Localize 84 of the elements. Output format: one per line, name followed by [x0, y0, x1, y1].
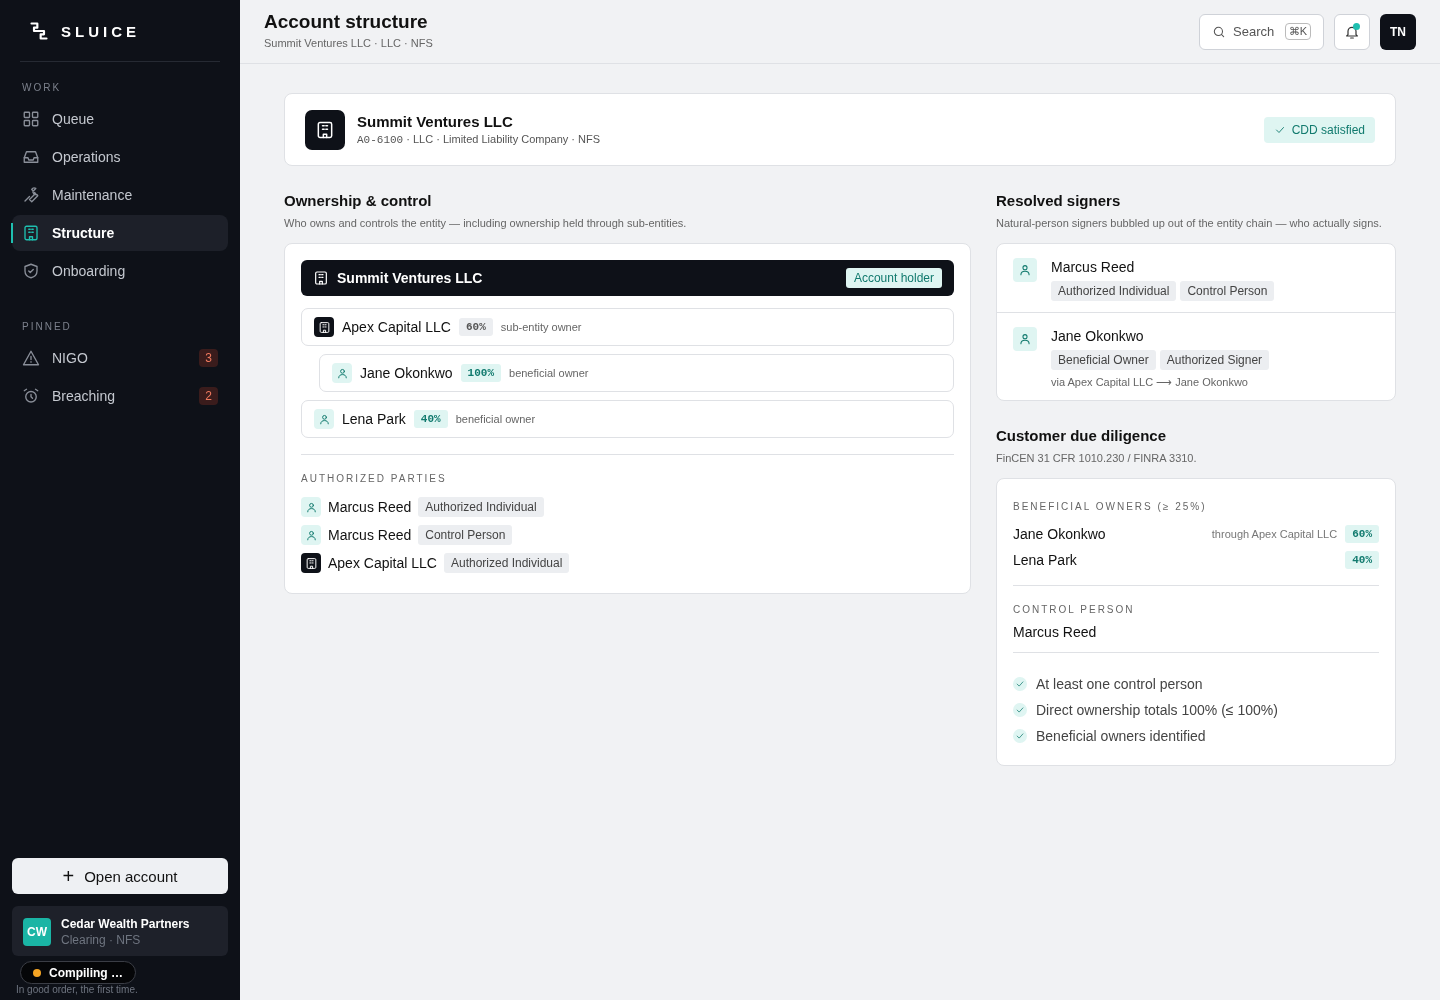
- party-name: Apex Capital LLC: [328, 555, 437, 571]
- entity-details: A0-6100 · LLC · Limited Liability Company · NFS: [357, 133, 602, 146]
- account-subtitle: Clearing · NFS: [61, 933, 142, 947]
- section-title: Customer due diligence: [996, 427, 1168, 444]
- account-name: Cedar Wealth Partners: [61, 917, 190, 931]
- ownership-path: through Apex Capital LLC: [1211, 528, 1338, 540]
- role-tag: Authorized Individual: [418, 497, 544, 517]
- sidebar-item[interactable]: Breaching 2: [12, 378, 228, 414]
- shield-icon: [22, 262, 40, 280]
- status-badge: CDD satisfied: [1263, 116, 1375, 143]
- owner-role: sub-entity owner: [500, 321, 582, 333]
- sidebar-item[interactable]: NIGO 3: [12, 340, 228, 376]
- sidebar-item[interactable]: Structure: [12, 215, 228, 251]
- status-label: Compiling …: [49, 965, 123, 980]
- person-icon: [1018, 332, 1032, 346]
- role-tag: Authorized Individual: [1051, 281, 1177, 301]
- page-title: Account structure: [264, 10, 429, 33]
- user-avatar[interactable]: TN: [1380, 13, 1416, 50]
- sidebar-item[interactable]: Maintenance: [12, 177, 228, 213]
- owner-role: beneficial owner: [509, 367, 589, 379]
- share-badge: 100%: [460, 364, 501, 382]
- share-badge: 40%: [1345, 551, 1379, 569]
- check-label: Direct ownership totals 100% (≤ 100%): [1036, 702, 1278, 718]
- section-label: WORK: [21, 81, 63, 95]
- signer-name: Marcus Reed: [1051, 259, 1136, 275]
- section-label: BENEFICIAL OWNERS (≥ 25%): [1013, 501, 1208, 512]
- section-label: CONTROL PERSON: [1013, 604, 1136, 615]
- section-title: Ownership & control: [284, 192, 433, 209]
- owner-name: Apex Capital LLC: [342, 319, 451, 335]
- count-badge: 3: [199, 349, 218, 367]
- search-icon: [1212, 24, 1226, 39]
- role-badge: Account holder: [845, 268, 942, 288]
- signer-name: Jane Okonkwo: [1051, 328, 1145, 344]
- logo-icon: [29, 21, 49, 41]
- role-tag: Beneficial Owner: [1051, 350, 1156, 370]
- building-icon: [22, 224, 40, 242]
- sidebar-item[interactable]: Queue: [12, 101, 228, 137]
- party-name: Marcus Reed: [328, 499, 412, 515]
- open-account-button[interactable]: + Open account: [12, 858, 228, 894]
- sidebar-item[interactable]: Operations: [12, 139, 228, 175]
- entity-name: Summit Ventures LLC: [357, 113, 514, 130]
- control-person-name: Marcus Reed: [1013, 624, 1098, 640]
- role-tag: Authorized Individual: [443, 553, 570, 573]
- share-badge: 40%: [413, 410, 448, 428]
- entity-name: Summit Ventures LLC: [337, 270, 484, 286]
- section-label: PINNED: [21, 320, 73, 334]
- tagline: In good order, the first time.: [16, 984, 138, 995]
- section-title: Resolved signers: [996, 192, 1122, 209]
- owner-name: Jane Okonkwo: [1013, 526, 1107, 542]
- sidebar-item[interactable]: Onboarding: [12, 253, 228, 289]
- section-description: Who owns and controls the entity — including ownership held through sub-entities.: [284, 216, 688, 231]
- owner-name: Lena Park: [1013, 552, 1078, 568]
- check-label: At least one control person: [1036, 676, 1203, 692]
- check-label: Beneficial owners identified: [1036, 728, 1206, 744]
- party-name: Marcus Reed: [328, 527, 412, 543]
- page-subtitle: Summit Ventures LLC · LLC · NFS: [264, 36, 434, 49]
- plus-icon: +: [62, 866, 75, 886]
- owner-role: beneficial owner: [455, 413, 536, 425]
- building-icon: [313, 270, 329, 286]
- account-card[interactable]: CW Cedar Wealth Partners Clearing · NFS: [12, 906, 228, 956]
- warn-icon: [22, 349, 40, 367]
- owner-name: Lena Park: [342, 411, 406, 427]
- signer-chain: via Apex Capital LLC ⟶ Jane Okonkwo: [1051, 376, 1249, 389]
- person-icon: [1018, 263, 1032, 277]
- share-badge: 60%: [1345, 525, 1379, 543]
- inbox-icon: [22, 148, 40, 166]
- account-avatar: CW: [23, 918, 51, 946]
- section-description: FinCEN 31 CFR 1010.230 / FINRA 3310.: [996, 451, 1198, 466]
- role-tag: Authorized Signer: [1159, 350, 1270, 370]
- search-field[interactable]: Search ⌘K: [1199, 13, 1324, 50]
- alarm-icon: [22, 387, 40, 405]
- owner-name: Jane Okonkwo: [360, 365, 453, 381]
- section-description: Natural-person signers bubbled up out of the entity chain — who actually signs.: [996, 216, 1383, 231]
- notifications-button[interactable]: [1334, 13, 1370, 50]
- brand-name: SLUICE: [61, 22, 140, 40]
- role-tag: Control Person: [1180, 281, 1275, 301]
- grid-icon: [22, 110, 40, 128]
- section-label: AUTHORIZED PARTIES: [301, 473, 448, 484]
- building-icon: [315, 119, 335, 140]
- status-dot: [33, 968, 41, 977]
- shortcut-key: ⌘K: [1284, 23, 1311, 40]
- role-tag: Control Person: [418, 525, 513, 545]
- share-badge: 60%: [458, 318, 493, 336]
- count-badge: 2: [199, 387, 218, 405]
